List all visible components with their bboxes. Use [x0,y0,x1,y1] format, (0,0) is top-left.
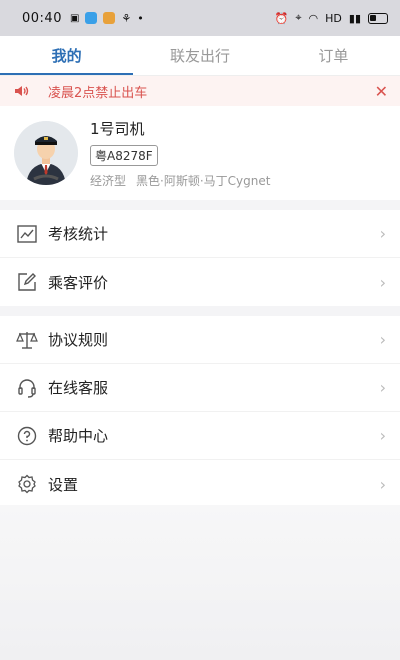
menu-help-center[interactable]: 帮助中心 › [0,412,400,460]
chevron-right-icon: › [379,378,386,397]
chart-icon [16,223,38,245]
menu-label: 考核统计 [48,225,109,243]
weibo-icon [103,12,116,24]
top-tabs: 我的 联友出行 订单 [0,36,400,76]
close-icon[interactable]: ✕ [375,82,388,101]
menu-settings[interactable]: 设置 › [0,460,400,508]
tab-lianyou-travel[interactable]: 联友出行 [133,36,266,75]
driver-profile[interactable]: 1号司机 粤A8278F 经济型 黑色·阿斯顿·马丁Cygnet [0,106,400,200]
chevron-right-icon: › [379,426,386,445]
menu-group-1: 考核统计 › 乘客评价 › [0,210,400,306]
menu-label: 乘客评价 [48,273,109,292]
speaker-icon [14,84,32,98]
status-time: 00:40 [22,10,62,26]
chevron-right-icon: › [379,330,386,349]
menu-passenger-reviews[interactable]: 乘客评价 › [0,258,400,306]
gear-icon [16,473,38,495]
app-icon [85,12,98,24]
alarm-icon: ⏰ [274,11,289,25]
chevron-right-icon: › [379,224,386,243]
car-description: 黑色·阿斯顿·马丁Cygnet [136,173,271,188]
chevron-right-icon: › [379,272,386,292]
license-plate: 粤A8278F [90,144,158,166]
edit-icon [16,271,38,293]
car-class: 经济型 [90,173,127,188]
chevron-right-icon: › [379,474,386,494]
empty-area [0,505,400,660]
menu-label: 协议规则 [48,331,109,349]
notification-icon: ▣ [69,12,80,24]
hd-label: HD [325,11,342,25]
menu-label: 帮助中心 [48,427,109,445]
signal-icon: ▮▮ [348,11,361,25]
location-icon: ⌖ [295,11,302,24]
dot-icon: • [137,11,144,25]
menu-online-service[interactable]: 在线客服 › [0,364,400,412]
tab-mine[interactable]: 我的 [0,36,134,75]
help-icon [16,425,38,447]
battery-icon [368,12,388,24]
status-bar: 00:40 ▣ ⚘ • ⏰ ⌖ ◠ HD ▮▮ [0,0,400,36]
car-info: 经济型 黑色·阿斯顿·马丁Cygnet [90,172,280,189]
menu-agreement-rules[interactable]: 协议规则 › [0,316,400,364]
notice-text: 凌晨2点禁止出车 [48,85,148,101]
scale-icon [16,329,38,351]
notice-bar: 凌晨2点禁止出车 ✕ [0,76,400,106]
menu-label: 在线客服 [48,379,109,397]
wifi-icon: ◠ [308,11,319,25]
driver-name: 1号司机 [90,119,145,138]
headset-icon [16,377,38,399]
app-icon-2: ⚘ [121,11,132,25]
driver-avatar [14,121,78,185]
tab-orders[interactable]: 订单 [267,36,400,75]
menu-group-2: 协议规则 › 在线客服 › 帮助中心 › 设置 › [0,316,400,508]
menu-assessment-stats[interactable]: 考核统计 › [0,210,400,258]
menu-label: 设置 [48,475,79,494]
